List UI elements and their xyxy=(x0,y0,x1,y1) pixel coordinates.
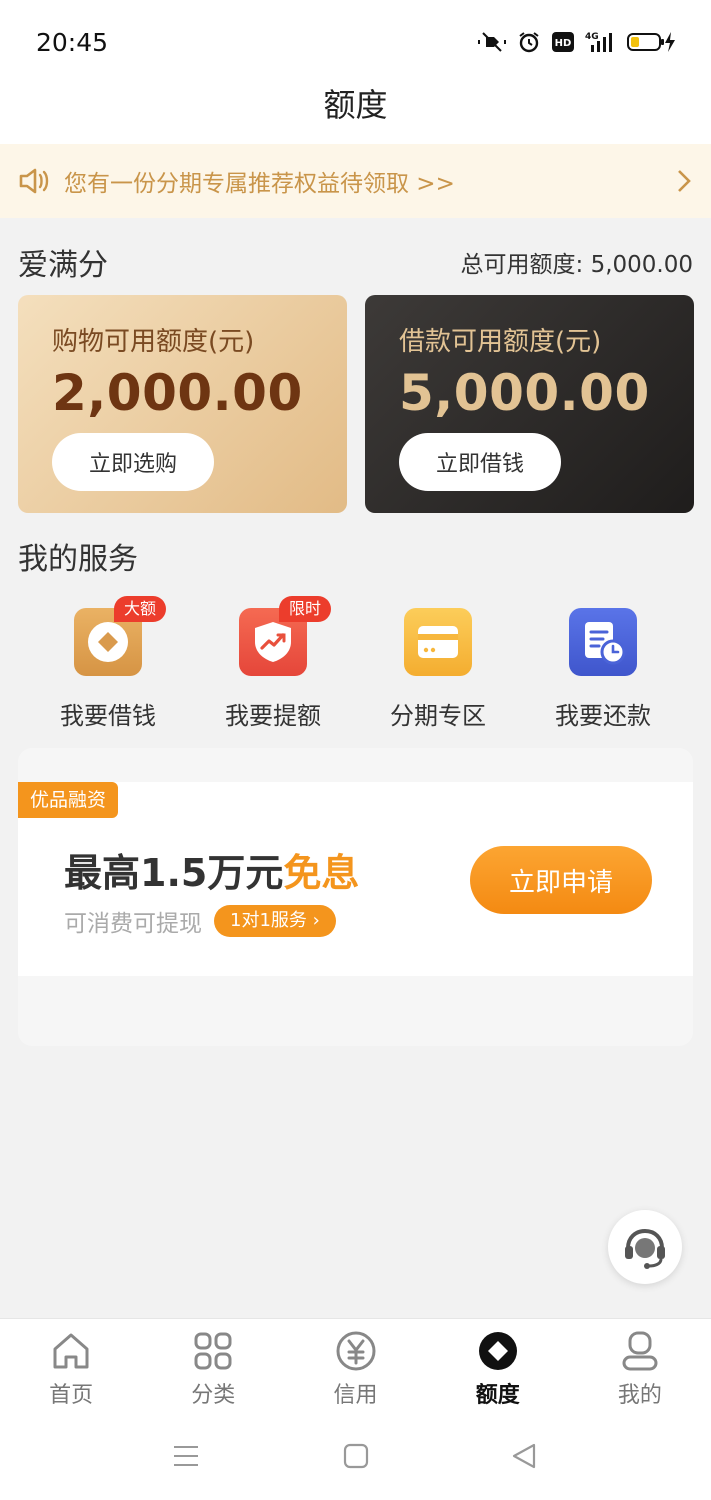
page-title: 额度 xyxy=(323,86,388,124)
user-icon xyxy=(622,1331,658,1371)
service-label: 我要还款 xyxy=(555,702,651,730)
promo-notice-bar[interactable]: 您有一份分期专属推荐权益待领取 >> xyxy=(0,144,711,218)
svg-text:HD: HD xyxy=(555,38,572,49)
financing-promo-card[interactable]: 优品融资 最高1.5万元免息 可消费可提现 1对1服务 › 立即申请 xyxy=(18,782,693,976)
apply-now-button[interactable]: 立即申请 xyxy=(470,846,652,914)
headset-icon xyxy=(625,1228,665,1269)
service-repay[interactable]: 我要还款 xyxy=(513,596,678,736)
tab-label: 分类 xyxy=(191,1383,236,1408)
promo-subline: 可消费可提现 1对1服务 › xyxy=(64,904,336,938)
title-bar: 额度 xyxy=(0,70,711,144)
speaker-icon xyxy=(19,168,49,194)
loan-credit-amount: 5,000.00 xyxy=(399,364,650,422)
tab-label: 首页 xyxy=(49,1383,94,1408)
shopping-credit-card: 购物可用额度(元) 2,000.00 立即选购 xyxy=(18,295,347,513)
promo-badge: 优品融资 xyxy=(18,782,119,818)
loan-credit-label: 借款可用额度(元) xyxy=(399,327,602,357)
promo-headline: 最高1.5万元免息 xyxy=(64,842,359,897)
grid-icon xyxy=(194,1332,232,1370)
total-available-credit: 总可用额度: 5,000.00 xyxy=(460,252,693,278)
service-borrow[interactable]: 大额 我要借钱 xyxy=(18,596,183,736)
service-label: 分期专区 xyxy=(390,702,486,730)
system-nav-bar xyxy=(0,1412,711,1500)
services-grid: 大额 我要借钱 限时 我要提额 分期专区 我要还款 xyxy=(18,596,693,736)
bottom-tab-bar: 首页 分类 信用 额度 我的 xyxy=(0,1318,711,1412)
promo-headline-prefix: 最高1.5万元 xyxy=(64,851,284,895)
shop-now-button[interactable]: 立即选购 xyxy=(52,433,214,491)
yuan-circle-icon xyxy=(336,1331,375,1371)
promo-subtext: 可消费可提现 xyxy=(64,911,202,937)
customer-service-button[interactable] xyxy=(608,1210,682,1284)
promo-headline-highlight: 免息 xyxy=(283,851,360,895)
chevron-right-icon xyxy=(678,170,691,192)
svg-text:4G: 4G xyxy=(585,32,599,42)
vibrate-mute-icon xyxy=(478,32,506,52)
tab-label: 额度 xyxy=(475,1383,520,1408)
shopping-credit-amount: 2,000.00 xyxy=(52,364,303,422)
status-time: 20:45 xyxy=(36,28,109,57)
home-square-icon[interactable] xyxy=(342,1442,370,1470)
tab-label: 信用 xyxy=(333,1383,378,1408)
one-on-one-service-pill[interactable]: 1对1服务 › xyxy=(214,905,336,937)
tab-category[interactable]: 分类 xyxy=(142,1319,284,1412)
credit-brand: 爱满分 xyxy=(18,248,108,283)
tab-label: 我的 xyxy=(617,1383,662,1408)
service-installment-zone[interactable]: 分期专区 xyxy=(348,596,513,736)
borrow-now-button[interactable]: 立即借钱 xyxy=(399,433,561,491)
bill-clock-icon xyxy=(569,608,637,676)
tab-mine[interactable]: 我的 xyxy=(569,1319,711,1412)
tab-limit[interactable]: 额度 xyxy=(427,1319,569,1412)
service-label: 我要提额 xyxy=(225,702,321,730)
service-tag: 限时 xyxy=(279,596,332,622)
status-icons: HD 4G xyxy=(477,30,677,54)
battery-charging-icon xyxy=(627,32,675,52)
diamond-circle-icon xyxy=(478,1332,517,1370)
service-raise-limit[interactable]: 限时 我要提额 xyxy=(183,596,348,736)
menu-icon[interactable] xyxy=(172,1442,200,1470)
home-icon xyxy=(53,1333,89,1369)
service-label: 我要借钱 xyxy=(60,702,156,730)
services-title: 我的服务 xyxy=(18,542,138,577)
back-triangle-icon[interactable] xyxy=(510,1442,538,1470)
service-tag: 大额 xyxy=(114,596,167,622)
tab-home[interactable]: 首页 xyxy=(0,1319,142,1412)
loan-credit-card: 借款可用额度(元) 5,000.00 立即借钱 xyxy=(365,295,694,513)
hd-icon: HD xyxy=(552,32,574,52)
tab-credit[interactable]: 信用 xyxy=(284,1319,426,1412)
card-icon xyxy=(404,608,472,676)
credit-header: 爱满分 总可用额度: 5,000.00 xyxy=(18,240,693,284)
notice-text: 您有一份分期专属推荐权益待领取 >> xyxy=(64,171,455,197)
alarm-icon xyxy=(519,32,539,53)
shopping-credit-label: 购物可用额度(元) xyxy=(52,327,255,357)
signal-4g-icon: 4G xyxy=(585,32,612,52)
